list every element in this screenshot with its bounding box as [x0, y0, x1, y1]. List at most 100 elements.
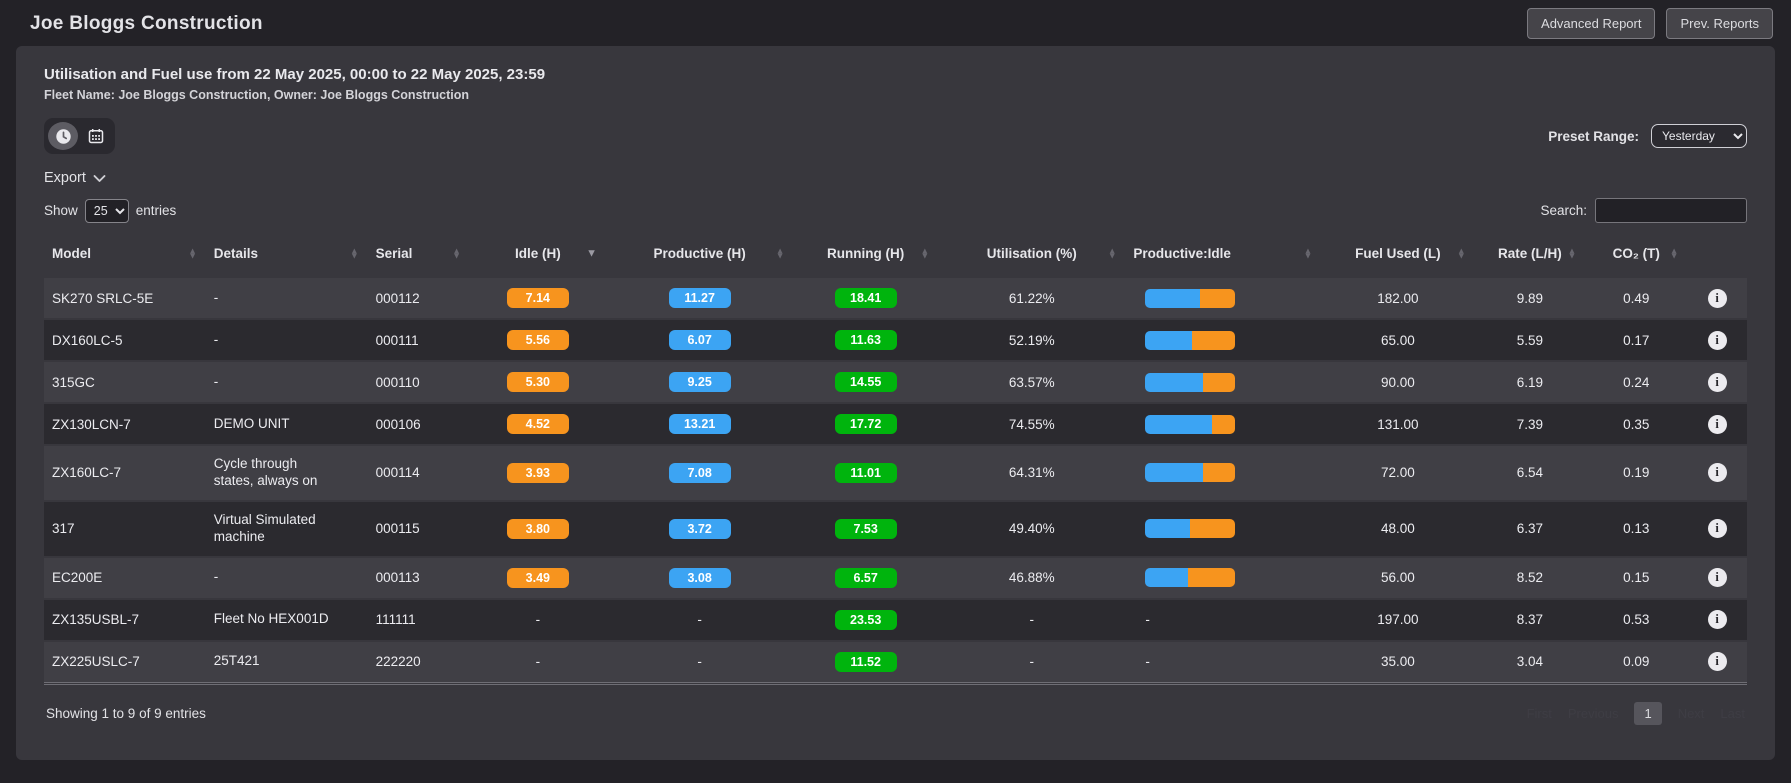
info-icon[interactable]: i	[1707, 652, 1727, 671]
report-card: Utilisation and Fuel use from 22 May 202…	[16, 46, 1775, 760]
search-label: Search:	[1540, 203, 1587, 218]
page-length-control: Show 25 entries	[44, 198, 176, 223]
productive-hours-badge: 9.25	[668, 372, 731, 392]
cell-serial: 000106	[367, 402, 470, 445]
idle-hours-badge: 5.56	[506, 330, 569, 350]
cell-productive-idle	[1125, 318, 1322, 361]
cell-utilisation: 63.57%	[938, 360, 1126, 403]
cell-details: Fleet No HEX001D	[205, 597, 368, 641]
productive-bar-segment	[1145, 568, 1188, 587]
table-row: SK270 SRLC-5E - 000112 7.14 11.27 18.41 61.22%…	[44, 276, 1747, 319]
info-icon[interactable]: i	[1707, 330, 1727, 350]
details-text: DEMO UNIT	[213, 415, 290, 431]
column-header-idle[interactable]: Idle (H) ▼	[470, 231, 606, 277]
column-header-details[interactable]: Details ▲ ▼	[206, 231, 368, 277]
calendar-view-button[interactable]	[81, 122, 111, 150]
info-icon[interactable]: i	[1707, 568, 1727, 587]
pagination-last[interactable]: Last	[1720, 706, 1745, 721]
productive-hours-badge: 7.08	[668, 462, 731, 483]
running-hours-badge: 23.53	[834, 609, 897, 630]
info-icon[interactable]: i	[1707, 372, 1727, 392]
column-header-utilisation[interactable]: Utilisation (%) ▲ ▼	[938, 231, 1125, 277]
column-label: Idle (H)	[514, 246, 561, 261]
table-row: DX160LC-5- 000111 5.56 6.07 11.63 52.19% 65.00…	[44, 318, 1747, 361]
cell-productive-idle	[1125, 276, 1322, 319]
cell-details: Cycle through states, always on	[205, 444, 368, 501]
sort-icon: ▲ ▼	[452, 245, 461, 261]
report-title: Utilisation and Fuel use from 22 May 202…	[44, 66, 546, 83]
table-row: ZX225USLC-7 25T421 222220- -11.52- -35.00 3.0…	[44, 639, 1747, 682]
cell-rate: 8.52	[1474, 555, 1586, 599]
table-row: 317 Virtual Simulated machine 000115 3.80 3.…	[44, 499, 1747, 557]
advanced-report-button[interactable]: Advanced Report	[1527, 8, 1656, 39]
show-label: Show	[44, 203, 78, 218]
column-header-info	[1687, 231, 1747, 277]
cell-productive-idle: -	[1125, 639, 1322, 682]
page-length-select[interactable]: 25	[84, 198, 129, 223]
idle-bar-segment	[1187, 568, 1236, 587]
column-label: CO₂ (T)	[1612, 246, 1660, 261]
info-icon[interactable]: i	[1707, 414, 1727, 434]
column-header-fuel-used[interactable]: Fuel Used (L) ▲ ▼	[1321, 231, 1474, 277]
preset-range-select[interactable]: Yesterday	[1651, 124, 1747, 148]
cell-model: ZX130LCN-7	[44, 402, 206, 445]
cell-rate: 6.54	[1474, 444, 1586, 501]
cell-model: 317	[44, 499, 206, 557]
cell-serial: 000115	[367, 499, 470, 557]
running-hours-badge: 17.72	[834, 414, 897, 434]
column-header-productive[interactable]: Productive (H) ▲ ▼	[606, 231, 793, 277]
cell-utilisation: 52.19%	[938, 318, 1126, 361]
cell-details: -	[205, 555, 368, 599]
topbar-buttons: Advanced Report Prev. Reports	[1527, 8, 1773, 39]
cell-fuel-used: 56.00	[1321, 555, 1475, 599]
cell-co2: 0.09	[1585, 639, 1688, 682]
cell-co2: 0.24	[1585, 360, 1688, 403]
cell-model: SK270 SRLC-5E	[44, 276, 206, 319]
pagination-previous[interactable]: Previous	[1568, 706, 1619, 721]
column-header-serial[interactable]: Serial ▲ ▼	[368, 231, 470, 277]
prev-reports-button[interactable]: Prev. Reports	[1666, 8, 1773, 39]
pagination-first[interactable]: First	[1527, 706, 1552, 721]
cell-running: 11.63	[793, 318, 939, 361]
info-icon[interactable]: i	[1707, 610, 1727, 629]
report-subtitle: Fleet Name: Joe Bloggs Construction, Own…	[44, 88, 470, 102]
cell-productive: 3.72	[605, 499, 794, 557]
pagination-next[interactable]: Next	[1678, 706, 1705, 721]
cell-fuel-used: 35.00	[1321, 639, 1475, 682]
search-input[interactable]	[1595, 198, 1747, 223]
details-text: Cycle through states, always on	[213, 456, 318, 488]
cell-rate: 6.19	[1474, 360, 1586, 403]
cell-productive-idle	[1125, 402, 1322, 445]
column-header-co2[interactable]: CO₂ (T) ▲ ▼	[1585, 231, 1687, 277]
productive-hours-badge: 13.21	[668, 414, 731, 434]
info-icon[interactable]: i	[1707, 463, 1727, 483]
column-label: Model	[52, 246, 91, 261]
productive-idle-bar	[1145, 288, 1236, 308]
cell-productive: -	[605, 597, 794, 641]
productive-hours-badge: 11.27	[668, 288, 731, 308]
details-text: 25T421	[213, 653, 260, 669]
column-header-rate[interactable]: Rate (L/H) ▲ ▼	[1474, 231, 1585, 277]
pagination-current-page[interactable]: 1	[1634, 701, 1662, 725]
column-label: Productive:Idle	[1133, 246, 1231, 261]
page-title: Joe Bloggs Construction	[30, 12, 263, 34]
export-menu[interactable]: Export	[44, 170, 106, 186]
info-icon[interactable]: i	[1707, 519, 1727, 539]
cell-serial: 000111	[367, 318, 470, 361]
sort-icon: ▲ ▼	[1303, 245, 1313, 261]
cell-idle: 4.52	[469, 402, 606, 445]
column-header-model[interactable]: Model ▲ ▼	[44, 231, 206, 277]
idle-bar-segment	[1202, 372, 1236, 392]
column-label: Details	[213, 246, 259, 261]
column-header-running[interactable]: Running (H) ▲ ▼	[793, 231, 938, 277]
cell-serial: 000114	[367, 444, 470, 501]
cell-fuel-used: 72.00	[1321, 444, 1475, 501]
column-header-productive-idle[interactable]: Productive:Idle ▲ ▼	[1125, 231, 1321, 277]
clock-view-button[interactable]	[48, 122, 78, 150]
cell-co2: 0.17	[1585, 318, 1688, 361]
cell-info: i	[1687, 360, 1747, 403]
sort-icon: ▲ ▼	[188, 245, 197, 261]
cell-productive-idle	[1125, 555, 1322, 599]
cell-fuel-used: 182.00	[1321, 276, 1475, 319]
info-icon[interactable]: i	[1707, 288, 1727, 308]
